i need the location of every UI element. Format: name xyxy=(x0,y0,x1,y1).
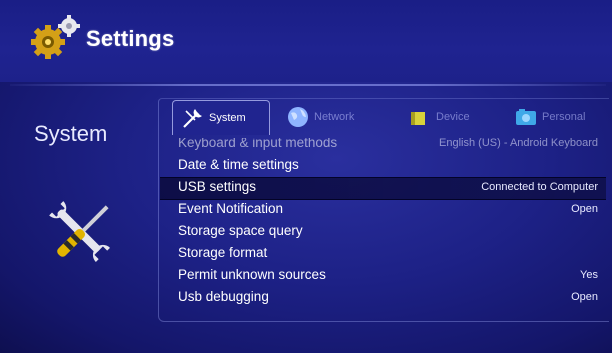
device-icon xyxy=(411,112,425,125)
wrench-screwdriver-icon xyxy=(183,109,202,128)
setting-value: Connected to Computer xyxy=(481,181,598,193)
setting-value: Open xyxy=(571,203,598,215)
setting-value: Open xyxy=(571,291,598,303)
list-item-selected[interactable]: USB settings Connected to Computer xyxy=(160,177,606,200)
setting-label: Storage format xyxy=(178,245,268,260)
setting-label: Keyboard & input methods xyxy=(178,138,338,150)
tab-system[interactable]: System xyxy=(172,100,270,135)
setting-label: Storage space query xyxy=(178,223,303,238)
list-item[interactable]: Event Notification Open xyxy=(160,200,606,221)
tab-personal[interactable]: Personal xyxy=(514,100,608,134)
header-divider xyxy=(10,84,606,86)
setting-label: Event Notification xyxy=(178,201,284,216)
list-item[interactable]: Keyboard & input methods English (US) - … xyxy=(160,138,606,155)
list-item[interactable]: Storage space query xyxy=(160,222,606,243)
gears-icon xyxy=(31,15,80,59)
tab-label: System xyxy=(209,112,246,124)
tab-label: Network xyxy=(314,111,355,123)
globe-icon xyxy=(288,107,308,127)
tab-label: Personal xyxy=(542,111,586,123)
setting-value: Yes xyxy=(580,269,598,281)
category-tabs: System Network Device Personal xyxy=(168,100,608,136)
category-label: System xyxy=(34,121,108,146)
header-bar: Settings xyxy=(0,0,612,82)
page-title: Settings xyxy=(86,26,175,51)
setting-value: English (US) - Android Keyboard xyxy=(439,138,598,149)
setting-label: Usb debugging xyxy=(178,289,269,304)
camera-icon xyxy=(516,109,536,125)
list-item[interactable]: Date & time settings xyxy=(160,156,606,177)
list-item[interactable]: Permit unknown sources Yes xyxy=(160,266,606,287)
settings-screen: Settings System System Network Device Pe… xyxy=(0,0,612,353)
tab-network[interactable]: Network xyxy=(286,100,386,134)
tab-label: Device xyxy=(436,111,470,123)
list-item[interactable]: Storage format xyxy=(160,244,606,265)
wrench-screwdriver-icon xyxy=(49,201,110,262)
setting-label: Date & time settings xyxy=(178,157,299,172)
tab-device[interactable]: Device xyxy=(408,100,508,134)
setting-label: USB settings xyxy=(178,179,257,194)
list-item[interactable]: Usb debugging Open xyxy=(160,288,606,309)
setting-label: Permit unknown sources xyxy=(178,267,326,282)
settings-list: Keyboard & input methods English (US) - … xyxy=(160,138,606,318)
